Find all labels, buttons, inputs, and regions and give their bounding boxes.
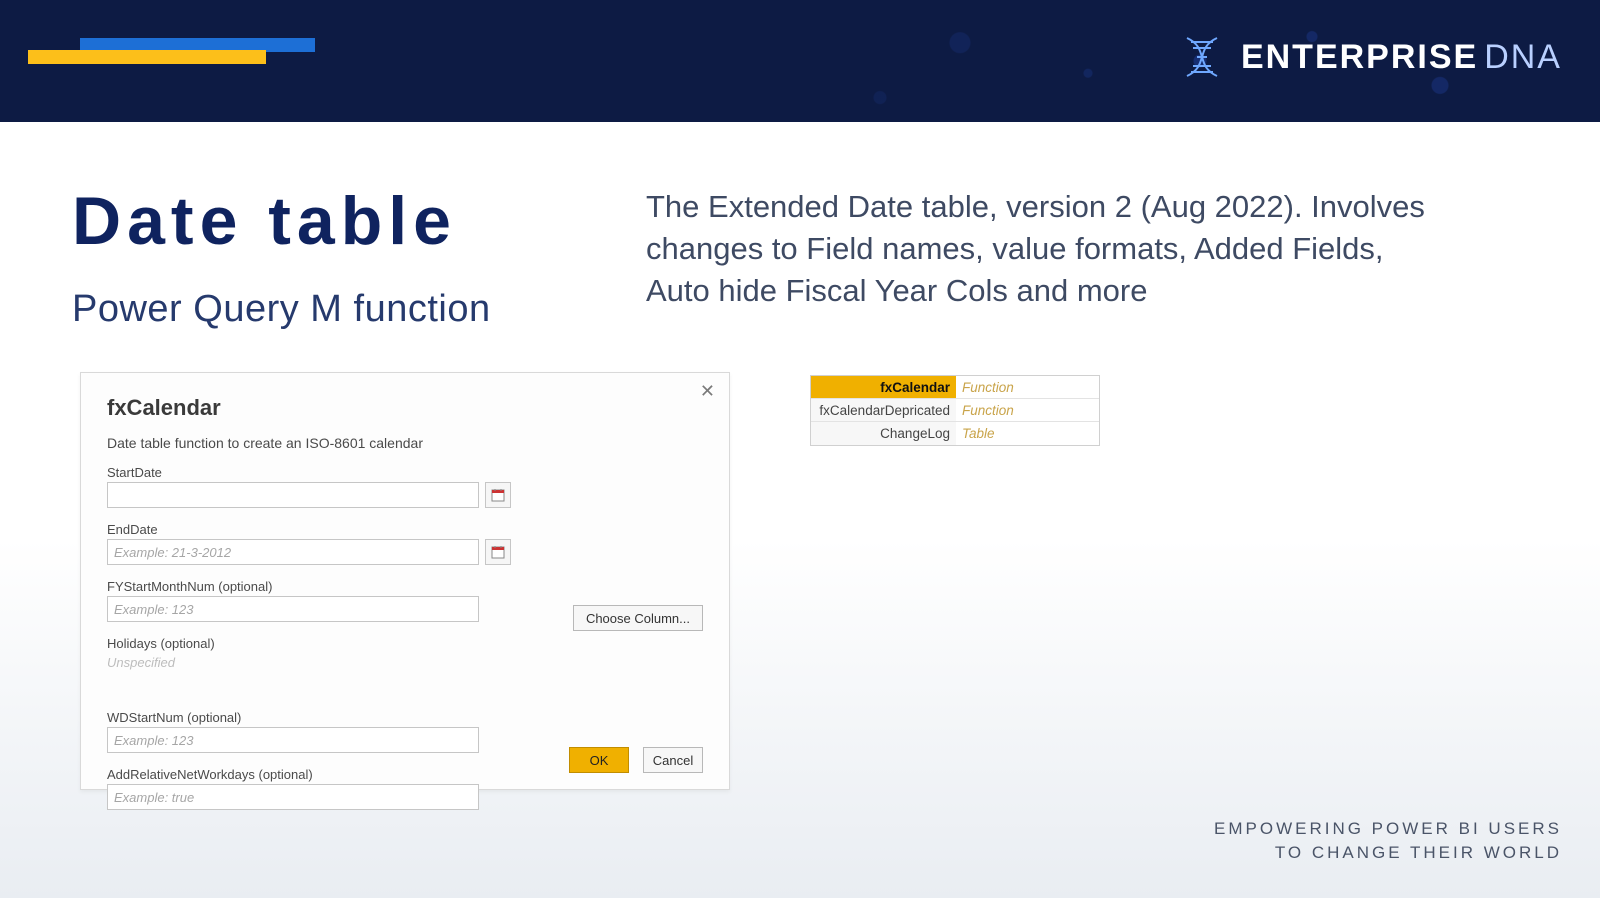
query-type: Function <box>956 399 1099 421</box>
brand-suffix: DNA <box>1484 38 1562 76</box>
footer-tagline: EMPOWERING POWER BI USERS TO CHANGE THEI… <box>1214 817 1562 866</box>
fystart-input[interactable] <box>107 596 479 622</box>
enddate-label: EndDate <box>107 522 703 537</box>
brand-logo: ENTERPRISEDNA <box>1179 34 1562 80</box>
footer-line1: EMPOWERING POWER BI USERS <box>1214 817 1562 842</box>
query-name: ChangeLog <box>811 422 956 445</box>
addrelnet-input[interactable] <box>107 784 479 810</box>
wdstart-input[interactable] <box>107 727 479 753</box>
query-type: Function <box>956 376 1099 398</box>
dialog-description: Date table function to create an ISO-860… <box>107 435 703 451</box>
dna-icon <box>1179 34 1225 80</box>
fystart-label: FYStartMonthNum (optional) <box>107 579 703 594</box>
page-description: The Extended Date table, version 2 (Aug … <box>646 186 1426 312</box>
accent-bars <box>28 38 315 64</box>
header-banner: ENTERPRISEDNA <box>0 0 1600 122</box>
dialog-title: fxCalendar <box>107 395 703 421</box>
table-row[interactable]: fxCalendar Function <box>811 376 1099 399</box>
calendar-icon[interactable] <box>485 482 511 508</box>
calendar-icon[interactable] <box>485 539 511 565</box>
enddate-input[interactable] <box>107 539 479 565</box>
startdate-input[interactable] <box>107 482 479 508</box>
accent-bar-yellow <box>28 50 266 64</box>
brand-text: ENTERPRISEDNA <box>1241 38 1562 77</box>
holidays-unspecified: Unspecified <box>107 655 703 670</box>
startdate-label: StartDate <box>107 465 703 480</box>
wdstart-label: WDStartNum (optional) <box>107 710 703 725</box>
content-area: Date table Power Query M function The Ex… <box>0 122 1600 331</box>
choose-column-button[interactable]: Choose Column... <box>573 605 703 631</box>
fxcalendar-dialog: ✕ fxCalendar Date table function to crea… <box>80 372 730 790</box>
table-row[interactable]: ChangeLog Table <box>811 422 1099 445</box>
holidays-label: Holidays (optional) <box>107 636 703 651</box>
query-name: fxCalendar <box>811 376 956 398</box>
footer-line2: TO CHANGE THEIR WORLD <box>1214 841 1562 866</box>
query-type: Table <box>956 422 1099 445</box>
table-row[interactable]: fxCalendarDepricated Function <box>811 399 1099 422</box>
ok-button[interactable]: OK <box>569 747 629 773</box>
cancel-button[interactable]: Cancel <box>643 747 703 773</box>
brand-name: ENTERPRISE <box>1241 38 1478 76</box>
close-icon[interactable]: ✕ <box>700 381 715 402</box>
query-list-table: fxCalendar Function fxCalendarDepricated… <box>810 375 1100 446</box>
query-name: fxCalendarDepricated <box>811 399 956 421</box>
